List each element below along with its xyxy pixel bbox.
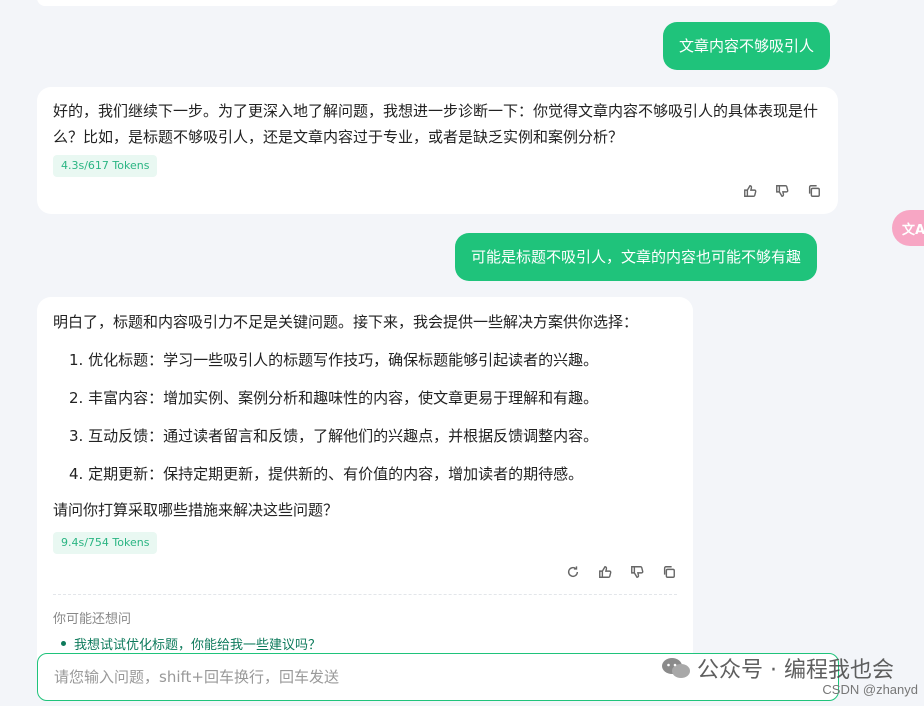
user-message-text: 可能是标题不吸引人，文章的内容也可能不够有趣	[471, 248, 802, 266]
solution-item: 3. 互动反馈：通过读者留言和反馈，了解他们的兴趣点，并根据反馈调整内容。	[69, 427, 599, 445]
previous-message-card	[37, 0, 838, 6]
solution-item: 1. 优化标题：学习一些吸引人的标题写作技巧，确保标题能够引起读者的兴趣。	[69, 351, 599, 369]
solution-list: 1. 优化标题：学习一些吸引人的标题写作技巧，确保标题能够引起读者的兴趣。 2.…	[53, 341, 677, 493]
assistant-question: 请问你打算采取哪些措施来解决这些问题？	[53, 501, 339, 519]
token-badge: 4.3s/617 Tokens	[53, 155, 158, 177]
message-actions	[742, 183, 822, 199]
user-message: 文章内容不够吸引人	[663, 22, 831, 70]
bullet-icon	[61, 641, 66, 646]
assistant-message-text: 好的，我们继续下一步。为了更深入地了解问题，我想进一步诊断一下：你觉得文章内容不…	[53, 102, 819, 146]
translate-icon: 文A	[902, 222, 924, 238]
user-message: 可能是标题不吸引人，文章的内容也可能不够有趣	[455, 233, 818, 281]
suggestions-title: 你可能还想问	[53, 612, 132, 627]
csdn-watermark: CSDN @zhanyd	[822, 682, 918, 697]
thumbs-up-icon[interactable]	[742, 183, 758, 199]
solution-item: 2. 丰富内容：增加实例、案例分析和趣味性的内容，使文章更易于理解和有趣。	[69, 389, 599, 407]
solution-item: 4. 定期更新：保持定期更新，提供新的、有价值的内容，增加读者的期待感。	[69, 465, 584, 483]
assistant-message: 明白了，标题和内容吸引力不足是关键问题。接下来，我会提供一些解决方案供你选择： …	[37, 297, 693, 677]
message-actions	[565, 564, 677, 580]
refresh-icon[interactable]	[565, 564, 581, 580]
thumbs-down-icon[interactable]	[774, 183, 790, 199]
suggestion-text: 我想试试优化标题，你能给我一些建议吗？	[74, 638, 322, 653]
assistant-message: 好的，我们继续下一步。为了更深入地了解问题，我想进一步诊断一下：你觉得文章内容不…	[37, 87, 838, 214]
watermark: 公众号 · 编程我也会	[661, 652, 894, 684]
translate-button[interactable]: 文A	[892, 210, 924, 246]
suggestion-item[interactable]: 我想试试优化标题，你能给我一些建议吗？	[61, 634, 321, 653]
copy-icon[interactable]	[661, 564, 677, 580]
thumbs-up-icon[interactable]	[597, 564, 613, 580]
thumbs-down-icon[interactable]	[629, 564, 645, 580]
watermark-text: 公众号 · 编程我也会	[697, 658, 894, 683]
wechat-icon	[662, 658, 691, 678]
copy-icon[interactable]	[806, 183, 822, 199]
token-badge: 9.4s/754 Tokens	[53, 532, 158, 554]
divider	[53, 594, 677, 595]
user-message-text: 文章内容不够吸引人	[679, 37, 815, 55]
assistant-message-intro: 明白了，标题和内容吸引力不足是关键问题。接下来，我会提供一些解决方案供你选择：	[53, 313, 639, 331]
